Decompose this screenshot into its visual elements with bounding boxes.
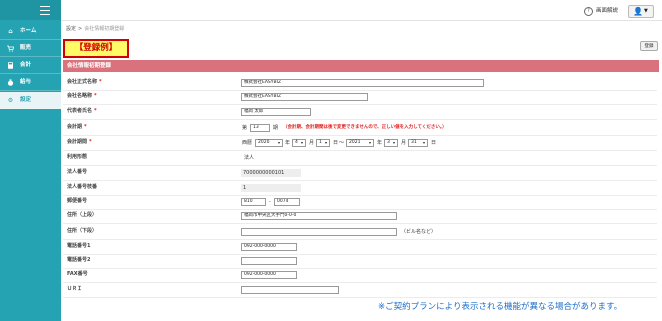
field-label: FAX番号 bbox=[67, 271, 88, 277]
example-label: 【登録例】 bbox=[63, 39, 129, 58]
field-label: 住所（上段） bbox=[67, 212, 98, 218]
end-year-select[interactable]: 2021 ▾ bbox=[346, 139, 374, 147]
company-name-input[interactable]: 株式会社EASYBIZ bbox=[241, 79, 484, 87]
sidebar-item-sales[interactable]: 販売 bbox=[0, 40, 61, 57]
url-input[interactable] bbox=[241, 286, 339, 294]
postal-code-dash: - bbox=[269, 199, 271, 205]
fiscal-term-suffix: 期 bbox=[273, 125, 279, 131]
register-button[interactable]: 登録 bbox=[640, 41, 658, 51]
form-row-business-type: 利用形態 法人 bbox=[63, 151, 657, 166]
form-row-address2: 住所（下段） （ビル名など） bbox=[63, 225, 657, 240]
sidebar-item-label: 販売 bbox=[20, 45, 32, 51]
user-menu-button[interactable]: 👤 ▼ bbox=[628, 5, 654, 18]
field-label: 会計期間 * bbox=[67, 139, 92, 145]
sidebar-item-settings[interactable]: ⚙ 設定 bbox=[0, 92, 61, 109]
sidebar: ⌂ ホーム 販売 会計 給与 ⚙ 設定 bbox=[0, 0, 61, 321]
breadcrumb: 設定 > 会社情報初期登録 bbox=[66, 26, 124, 33]
day-unit: 日 bbox=[333, 140, 339, 146]
field-label: 会社名略称 * bbox=[67, 93, 97, 99]
form-row-company-short: 会社名略称 * 株式会社EASYBIZ bbox=[63, 90, 657, 105]
user-icon: 👤 bbox=[633, 7, 643, 16]
field-label: 法人番号 bbox=[67, 169, 88, 175]
sidebar-item-label: 給与 bbox=[20, 79, 32, 85]
breadcrumb-separator: > bbox=[78, 26, 83, 32]
end-month-select[interactable]: 3 ▾ bbox=[384, 139, 398, 147]
calculator-icon bbox=[7, 62, 14, 69]
field-label: ＵＲＩ bbox=[67, 286, 83, 292]
field-label: 法人番号枝番 bbox=[67, 184, 98, 190]
month-unit: 月 bbox=[401, 140, 407, 146]
form-row-url: ＵＲＩ bbox=[63, 283, 657, 298]
field-label: 電話番号1 bbox=[67, 243, 91, 249]
field-label: 会計期 * bbox=[67, 124, 87, 130]
breadcrumb-current: 会社情報初期登録 bbox=[84, 26, 125, 32]
year-unit: 年 bbox=[285, 140, 291, 146]
money-bag-icon bbox=[7, 79, 14, 86]
form-row-corp-branch: 法人番号枝番 1 bbox=[63, 181, 657, 196]
era-label: 西暦 bbox=[242, 140, 253, 146]
form-row-company-name: 会社正式名称 * 株式会社EASYBIZ bbox=[63, 76, 657, 91]
postal-code-first-input[interactable]: 810 bbox=[241, 198, 266, 206]
day-unit: 日 bbox=[431, 140, 437, 146]
sidebar-item-payroll[interactable]: 給与 bbox=[0, 74, 61, 91]
top-bar bbox=[61, 0, 662, 21]
field-label: 郵便番号 bbox=[67, 198, 88, 204]
postal-code-second-input[interactable]: 0074 bbox=[274, 198, 300, 206]
field-label: 電話番号2 bbox=[67, 257, 91, 263]
company-short-name-input[interactable]: 株式会社EASYBIZ bbox=[241, 93, 368, 101]
form-row-postal-code: 郵便番号 810 - 0074 bbox=[63, 195, 657, 210]
form-row-fiscal-period: 会計期間 * 西暦 2020 ▾ 年 4 ▾ 月 1 ▾ 日 ～ 2021 ▾ 年 3 ▾ … bbox=[63, 136, 657, 151]
form-row-fiscal-term: 会計期 * 第 13 期 （会計期、会計期間は後で変更できませんので、正しい値を入… bbox=[63, 121, 657, 136]
form-row-representative: 代表者氏名 * 福岡 太郎 bbox=[63, 105, 657, 120]
phone2-input[interactable] bbox=[241, 257, 297, 265]
field-label: 代表者氏名 * bbox=[67, 108, 97, 114]
corp-number-value: 7000000000101 bbox=[241, 169, 301, 177]
business-type-value: 法人 bbox=[244, 155, 255, 161]
address-lower-input[interactable] bbox=[241, 228, 397, 236]
fax-input[interactable]: 092-000-0000 bbox=[241, 271, 297, 279]
representative-name-input[interactable]: 福岡 太郎 bbox=[241, 108, 311, 116]
sidebar-item-label: ホーム bbox=[20, 28, 37, 34]
range-tilde: ～ bbox=[339, 140, 345, 146]
question-circle-icon[interactable]: ? bbox=[584, 7, 593, 16]
month-unit: 月 bbox=[309, 140, 315, 146]
corp-branch-value: 1 bbox=[241, 184, 301, 192]
field-label: 住所（下段） bbox=[67, 228, 98, 234]
menu-toggle-button[interactable] bbox=[0, 0, 61, 20]
phone1-input[interactable]: 092-000-0000 bbox=[241, 243, 297, 251]
field-label: 利用形態 bbox=[67, 154, 88, 160]
hamburger-icon bbox=[40, 6, 50, 15]
sidebar-item-label: 設定 bbox=[20, 97, 32, 103]
form-row-phone1: 電話番号1 092-000-0000 bbox=[63, 240, 657, 255]
form-row-address1: 住所（上段） 福岡市中央区大手門0-0-0 bbox=[63, 209, 657, 224]
start-month-select[interactable]: 4 ▾ bbox=[292, 139, 306, 147]
help-link[interactable]: 画面解説 bbox=[596, 7, 618, 15]
address-upper-input[interactable]: 福岡市中央区大手門0-0-0 bbox=[241, 212, 397, 220]
home-icon: ⌂ bbox=[8, 28, 13, 35]
fiscal-term-warning: （会計期、会計期間は後で変更できませんので、正しい値を入力してください。） bbox=[283, 125, 447, 130]
fiscal-term-prefix: 第 bbox=[242, 125, 248, 131]
caret-down-icon: ▼ bbox=[644, 8, 648, 14]
gear-icon: ⚙ bbox=[7, 97, 14, 104]
end-day-select[interactable]: 31 ▾ bbox=[408, 139, 428, 147]
field-label: 会社正式名称 * bbox=[67, 79, 102, 85]
sidebar-item-accounting[interactable]: 会計 bbox=[0, 57, 61, 74]
section-title: 会社情報初期登録 bbox=[63, 60, 659, 72]
sidebar-item-label: 会計 bbox=[20, 62, 32, 68]
form-row-phone2: 電話番号2 bbox=[63, 254, 657, 269]
plan-notice: ※ご契約プランにより表示される機能が異なる場合があります。 bbox=[378, 302, 623, 312]
sidebar-item-home[interactable]: ⌂ ホーム bbox=[0, 23, 61, 40]
form-row-corp-number: 法人番号 7000000000101 bbox=[63, 166, 657, 181]
start-year-select[interactable]: 2020 ▾ bbox=[255, 139, 283, 147]
start-day-select[interactable]: 1 ▾ bbox=[316, 139, 330, 147]
breadcrumb-root[interactable]: 設定 bbox=[66, 26, 76, 32]
form-row-fax: FAX番号 092-000-0000 bbox=[63, 268, 657, 283]
cart-icon bbox=[7, 45, 15, 52]
address-lower-hint: （ビル名など） bbox=[401, 229, 437, 235]
year-unit: 年 bbox=[377, 140, 383, 146]
fiscal-term-input[interactable]: 13 bbox=[250, 124, 270, 132]
